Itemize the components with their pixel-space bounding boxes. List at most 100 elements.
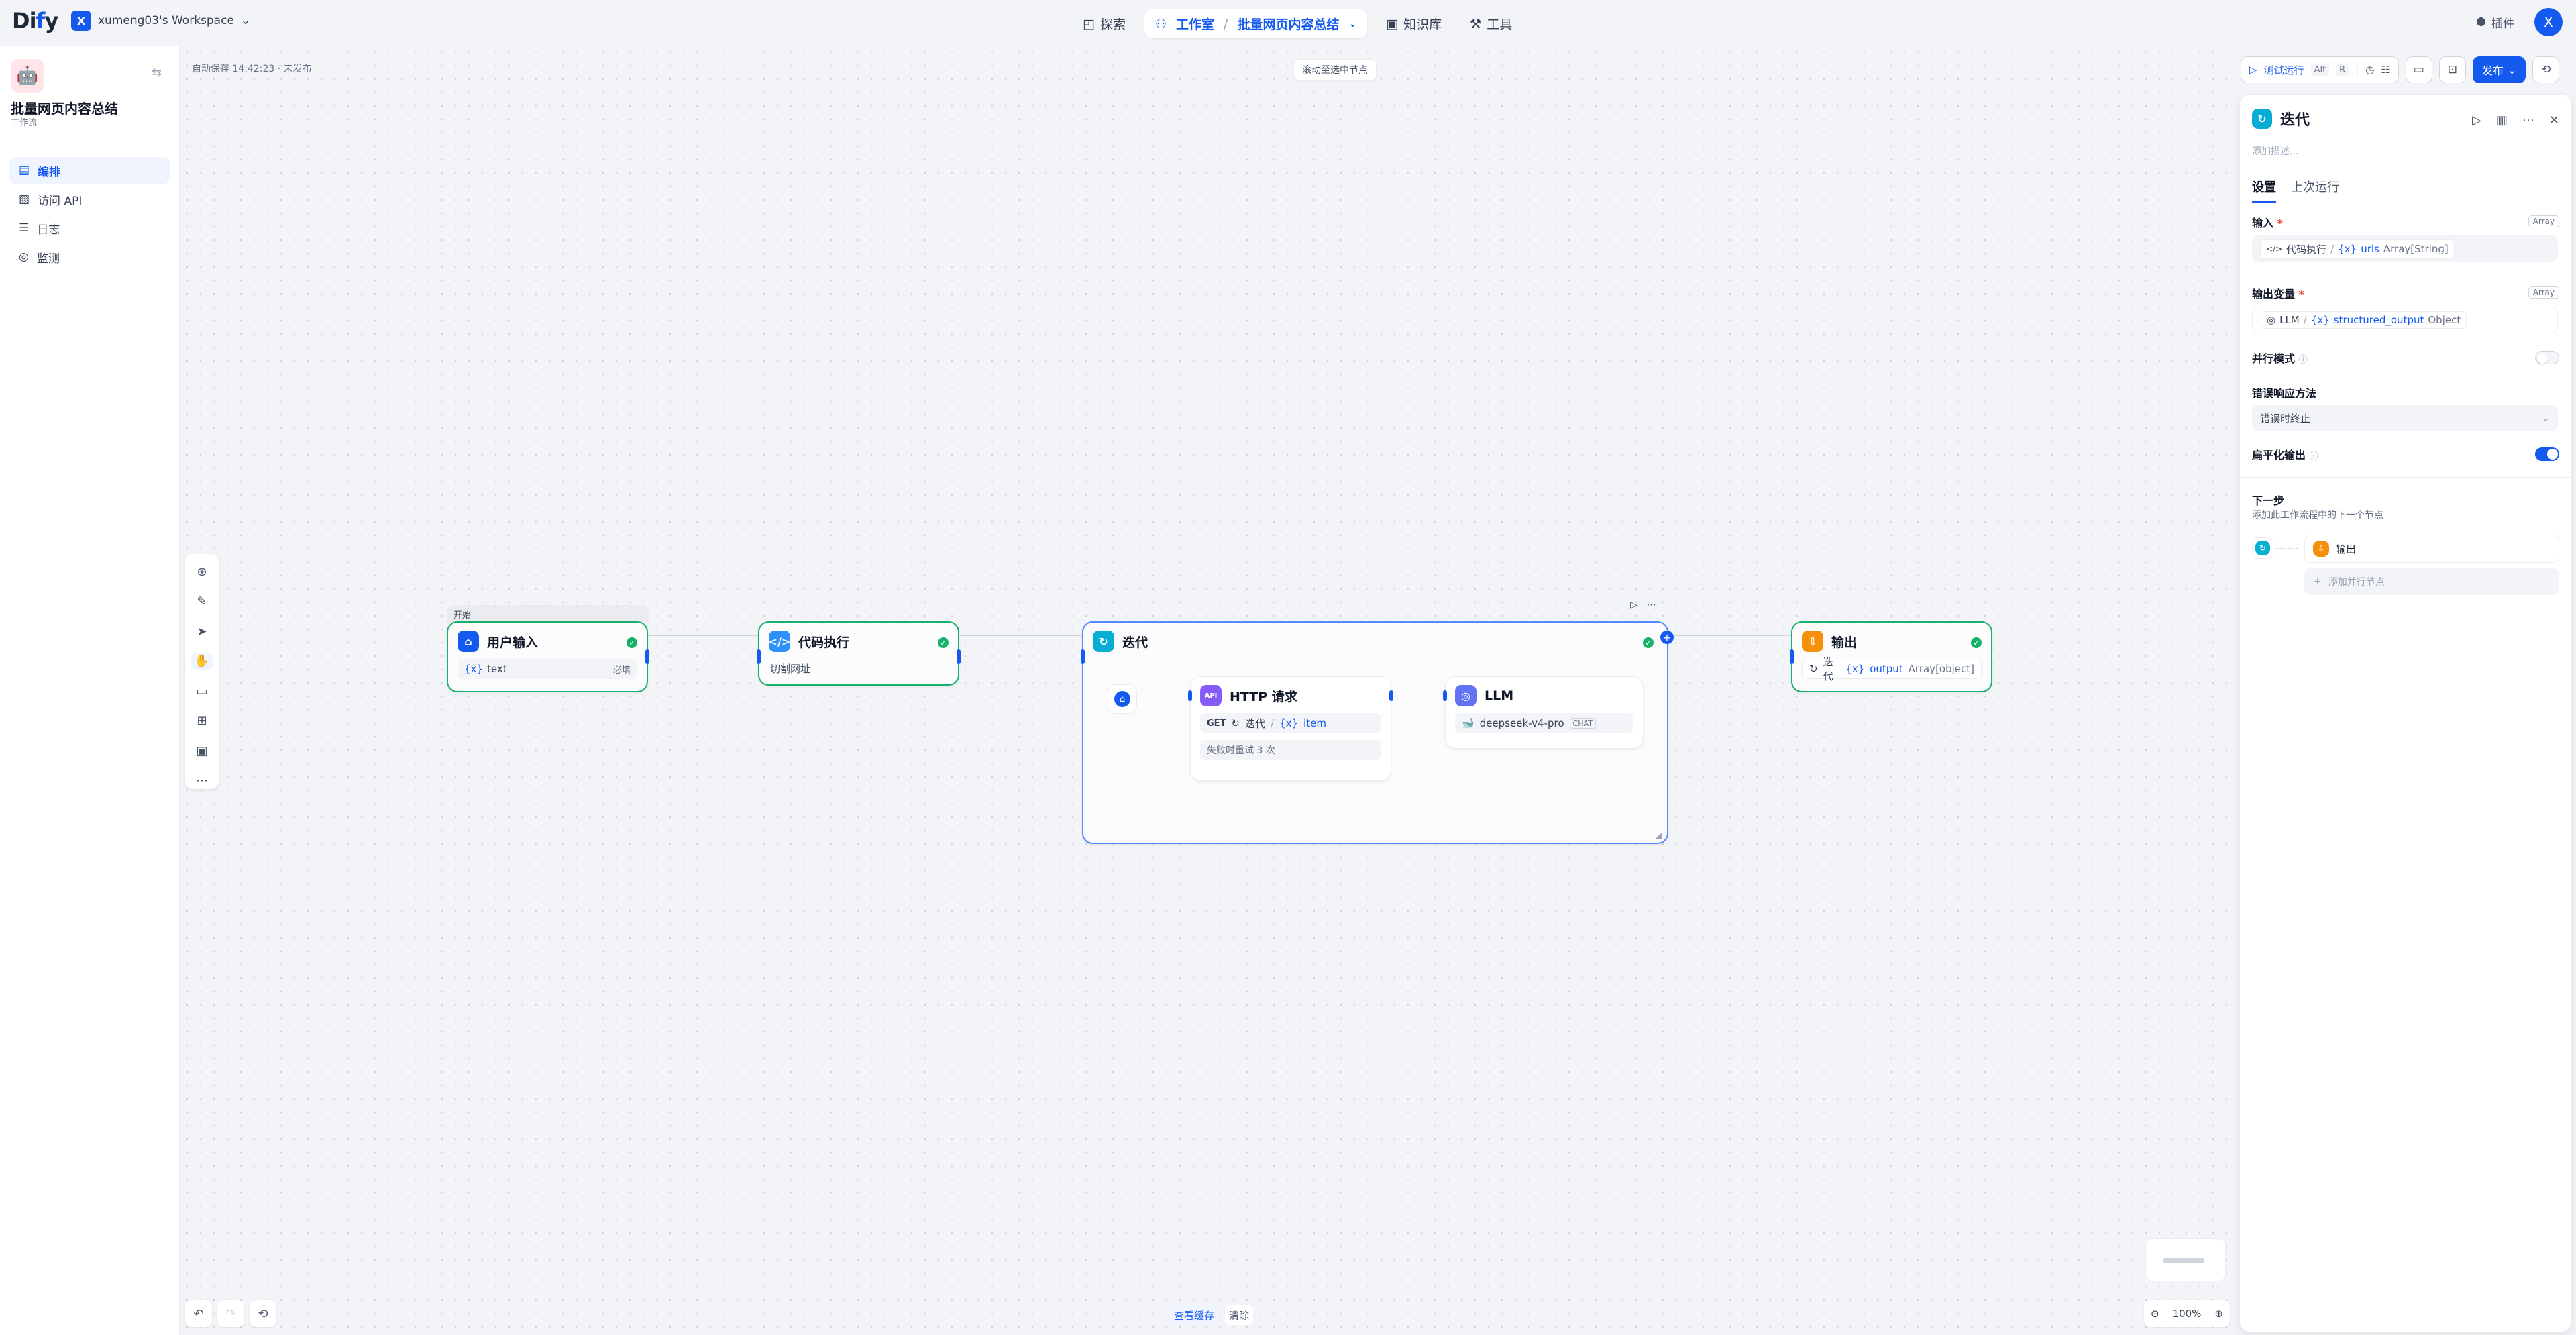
output-icon: ⇩	[2313, 541, 2329, 557]
nav-knowledge[interactable]: ▣ 知识库	[1377, 9, 1451, 38]
app-type: 工作流	[11, 118, 38, 128]
shortcut-alt: Alt	[2310, 64, 2330, 76]
scroll-to-selected-button[interactable]: 滚动至选中节点	[1293, 59, 1377, 81]
collapse-sidebar-icon[interactable]: ⇆	[152, 66, 162, 80]
input-var: urls	[2361, 243, 2379, 255]
zoom-out-icon[interactable]: ⊖	[2151, 1307, 2159, 1320]
test-run-button[interactable]: ▷ 测试运行 Alt R | ◷ ☷	[2241, 56, 2399, 83]
sidebar-item-label: 日志	[37, 223, 60, 237]
description-input[interactable]: 添加描述...	[2252, 144, 2298, 158]
input-variable-field[interactable]: </> 代码执行 / {x} urls Array[String]	[2252, 235, 2558, 262]
node-title: HTTP 请求	[1230, 689, 1297, 704]
nav-current-app[interactable]: 批量网页内容总结	[1237, 15, 1339, 33]
organize-icon[interactable]: ⊞	[191, 713, 213, 730]
run-history-icon[interactable]: ◷	[2365, 64, 2374, 76]
plugins-button[interactable]: ⬢ 插件	[2476, 14, 2514, 31]
env-vars-icon[interactable]: ▭	[2405, 56, 2432, 83]
llm-icon: ◎	[1455, 685, 1477, 706]
target-handle[interactable]	[1188, 690, 1192, 701]
shortcut-r: R	[2336, 64, 2349, 76]
pointer-icon[interactable]: ➤	[191, 623, 213, 640]
divider: |	[2355, 64, 2359, 76]
node-output[interactable]: ⇩ 输出 ✓ ↻ 迭代 {x} output Array[object]	[1790, 621, 1992, 692]
features-icon[interactable]: ⊡	[2438, 56, 2466, 83]
logo-text-accent: f	[36, 8, 46, 34]
image-export-icon[interactable]: ▣	[191, 743, 213, 759]
comment-icon[interactable]: ▭	[191, 683, 213, 700]
error-handling-select[interactable]: 错误时终止 ⌄	[2252, 405, 2558, 431]
minimap[interactable]	[2145, 1238, 2226, 1281]
play-icon: ▷	[2249, 64, 2257, 76]
llm-icon: ◎	[2267, 314, 2276, 326]
iteration-start-node[interactable]: ⌂	[1108, 684, 1137, 714]
target-handle[interactable]	[1443, 690, 1447, 701]
workspace-switcher[interactable]: X xumeng03's Workspace ⌄	[71, 11, 250, 31]
add-next-node-icon[interactable]: +	[1660, 631, 1674, 644]
nav-explore[interactable]: ◰ 探索	[1073, 9, 1135, 38]
sidebar-item-api[interactable]: ▨ 访问 API	[9, 186, 170, 213]
flatten-output-toggle[interactable]	[2535, 447, 2559, 461]
plus-icon: +	[2314, 576, 2322, 587]
sidebar-item-logs[interactable]: ☰ 日志	[9, 215, 170, 242]
node-llm[interactable]: ◎ LLM 🐋 deepseek-v4-pro CHAT	[1443, 676, 1644, 749]
node-code[interactable]: </> 代码执行 ✓ 切割网址	[757, 621, 961, 686]
tab-last-run[interactable]: 上次运行	[2291, 178, 2339, 203]
zoom-level[interactable]: 100%	[2173, 1307, 2202, 1320]
dify-logo[interactable]: Dify	[12, 8, 58, 34]
node-http-request[interactable]: API HTTP 请求 GET ↻ 迭代 / {x} item 失败时重试 3 次	[1188, 676, 1393, 781]
undo-icon[interactable]: ↶	[185, 1300, 212, 1327]
output-source: 迭代	[1823, 656, 1833, 682]
play-icon[interactable]: ▷	[1630, 600, 1638, 610]
add-node-icon[interactable]: ⊕	[191, 564, 213, 580]
node-user-input[interactable]: ⌂ 用户输入 ✓ {x} text 必填	[447, 621, 649, 692]
variable-icon: {x}	[2338, 243, 2357, 255]
canvas-toolbar: ⊕ ✎ ➤ ✋ ▭ ⊞ ▣ ⋯	[185, 554, 219, 789]
output-variable-field[interactable]: ◎ LLM / {x} structured_output Object	[2252, 307, 2558, 333]
nav-studio[interactable]: ⚇ 工作室 / 批量网页内容总结 ⌄	[1144, 9, 1368, 38]
target-handle[interactable]	[1790, 649, 1794, 664]
add-parallel-node-button[interactable]: + 添加并行节点	[2304, 568, 2559, 595]
source-handle[interactable]	[957, 649, 961, 664]
target-handle[interactable]	[757, 649, 761, 664]
target-handle[interactable]	[1081, 649, 1085, 664]
panel-title[interactable]: 迭代	[2280, 108, 2310, 129]
parallel-mode-toggle[interactable]	[2535, 351, 2559, 364]
checklist-icon[interactable]: ☷	[2381, 64, 2390, 76]
hand-icon[interactable]: ✋	[191, 653, 213, 670]
avatar[interactable]: X	[2534, 8, 2563, 36]
sidebar-item-label: 监测	[36, 252, 60, 266]
clear-button[interactable]: 清除	[1225, 1305, 1254, 1325]
http-var: item	[1303, 717, 1326, 729]
sidebar-item-orchestrate[interactable]: ▤ 编排	[9, 157, 170, 184]
redo-icon[interactable]: ↷	[217, 1300, 244, 1327]
source-handle[interactable]	[645, 649, 649, 664]
next-node-output[interactable]: ⇩ 输出	[2304, 535, 2559, 563]
chevron-down-icon: ⌄	[240, 14, 251, 28]
more-icon[interactable]: ⋯	[191, 773, 213, 790]
version-history-icon[interactable]: ⟲	[2532, 56, 2560, 83]
tab-settings[interactable]: 设置	[2252, 178, 2276, 203]
add-note-icon[interactable]: ✎	[191, 594, 213, 610]
edge-start-code	[647, 635, 759, 636]
close-icon[interactable]: ✕	[2549, 113, 2559, 127]
sidebar-item-monitor[interactable]: ◎ 监测	[9, 244, 170, 270]
help-doc-icon[interactable]: ▥	[2496, 113, 2508, 127]
code-icon: </>	[2266, 244, 2283, 254]
publish-button[interactable]: 发布 ⌄	[2472, 56, 2526, 83]
source-handle[interactable]	[1389, 690, 1393, 701]
section-divider	[2240, 477, 2571, 478]
more-icon[interactable]: ⋯	[1647, 600, 1656, 610]
nav-tools[interactable]: ⚒ 工具	[1460, 9, 1521, 38]
view-cache-button[interactable]: 查看缓存	[1170, 1305, 1219, 1325]
play-icon[interactable]: ▷	[2472, 113, 2481, 127]
iteration-icon: ↻	[2255, 541, 2270, 555]
output-var-type: Object	[2428, 314, 2461, 326]
history-icon[interactable]: ⟲	[250, 1300, 276, 1327]
orchestrate-icon: ▤	[19, 164, 30, 177]
more-icon[interactable]: ⋯	[2522, 113, 2534, 127]
nav-tools-label: 工具	[1487, 17, 1513, 32]
nav-separator: /	[1224, 16, 1228, 32]
zoom-in-icon[interactable]: ⊕	[2214, 1307, 2223, 1320]
resize-handle-icon[interactable]: ◢	[1656, 831, 1662, 840]
nav-knowledge-label: 知识库	[1403, 17, 1442, 32]
